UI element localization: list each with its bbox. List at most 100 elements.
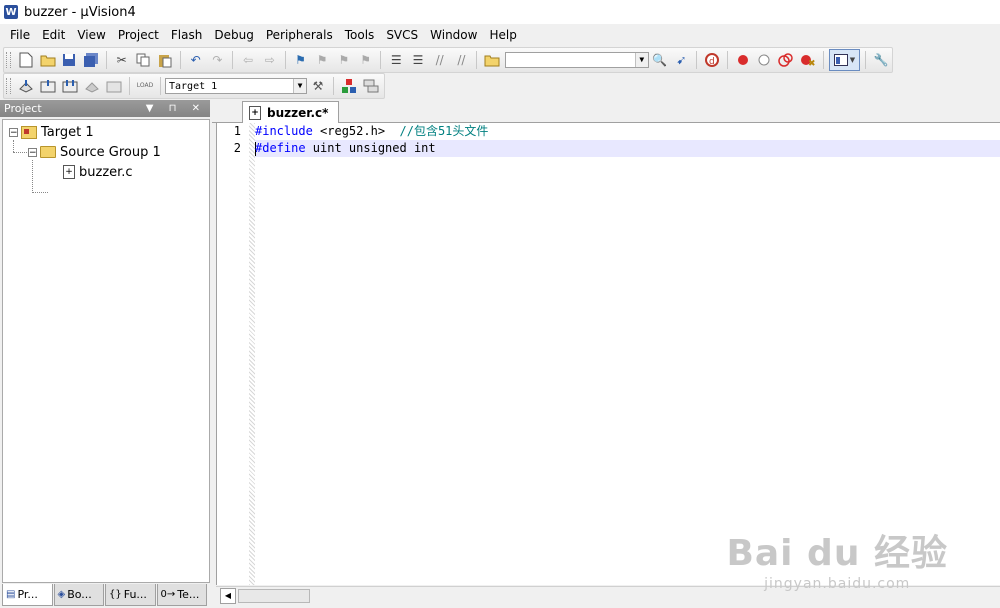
menu-tools[interactable]: Tools (339, 24, 381, 46)
clear-bookmarks-icon[interactable]: ⚑ (356, 50, 376, 70)
find-in-files-icon[interactable] (482, 50, 502, 70)
scroll-left-icon[interactable]: ◀ (220, 588, 236, 604)
file-toolbar: ✂ ↶ ↷ ⇦ ⇨ ⚑ ⚑ ⚑ ⚑ ☰ ☰ // // ▼ 🔍 ➹ d ✖ ▼ … (3, 47, 893, 73)
collapse-icon[interactable]: − (9, 127, 18, 137)
scrollbar-thumb[interactable] (238, 589, 310, 603)
translate-icon[interactable] (16, 76, 36, 96)
code-keyword: #include (255, 124, 313, 138)
unindent-icon[interactable]: ☰ (408, 50, 428, 70)
redo-icon[interactable]: ↷ (208, 50, 228, 70)
previous-bookmark-icon[interactable]: ⚑ (312, 50, 332, 70)
paste-icon[interactable] (155, 50, 175, 70)
cut-icon[interactable]: ✂ (112, 50, 132, 70)
kill-all-breakpoints-icon[interactable]: ✖ (798, 50, 818, 70)
code-text[interactable]: #include <reg52.h> //包含51头文件 #define uin… (255, 123, 1000, 585)
window-layout-icon[interactable]: ▼ (828, 49, 861, 71)
tree-item-target-label: Target 1 (41, 124, 94, 140)
tab-project-label: Pr... (17, 588, 38, 601)
code-editor[interactable]: 1 2 #include <reg52.h> //包含51头文件 #define… (216, 123, 1000, 585)
debug-session-icon[interactable]: d (702, 50, 722, 70)
navigate-forward-icon[interactable]: ⇨ (260, 50, 280, 70)
tree-item-file[interactable]: + buzzer.c (63, 163, 133, 181)
menu-file[interactable]: File (4, 24, 36, 46)
undo-icon[interactable]: ↶ (186, 50, 206, 70)
rebuild-icon[interactable] (60, 76, 80, 96)
toolbar-grip[interactable] (6, 52, 11, 68)
save-all-icon[interactable] (81, 50, 101, 70)
menu-window[interactable]: Window (424, 24, 483, 46)
line-number-gutter: 1 2 (217, 123, 249, 585)
code-line-current[interactable]: #define uint unsigned int (255, 140, 1000, 157)
menu-svcs[interactable]: SVCS (380, 24, 424, 46)
toolbar-separator (726, 51, 728, 69)
menu-view[interactable]: View (71, 24, 111, 46)
toolbar-separator (232, 51, 234, 69)
build-icon[interactable] (38, 76, 58, 96)
new-file-icon[interactable] (16, 50, 36, 70)
manage-components-icon[interactable] (339, 76, 359, 96)
target-icon (21, 125, 37, 139)
chevron-down-icon[interactable]: ▼ (634, 53, 648, 67)
navigate-back-icon[interactable]: ⇦ (238, 50, 258, 70)
project-tab-icon: ▤ (6, 589, 16, 600)
menu-project[interactable]: Project (112, 24, 165, 46)
baidu-watermark: Bai du 经验 jingyan.baidu.com (726, 524, 948, 592)
uncomment-icon[interactable]: // (452, 50, 472, 70)
configure-wrench-icon[interactable]: 🔧 (871, 50, 891, 70)
tab-books-label: Bo... (67, 588, 92, 601)
menu-peripherals[interactable]: Peripherals (260, 24, 339, 46)
save-icon[interactable] (59, 50, 79, 70)
incremental-find-icon[interactable]: ➹ (672, 50, 692, 70)
panel-controls[interactable]: ▼ ⊓ ✕ (146, 100, 206, 117)
tree-item-target[interactable]: − Target 1 (9, 123, 94, 141)
select-packs-icon[interactable] (361, 76, 381, 96)
c-file-icon: + (249, 105, 261, 120)
tree-item-source-group[interactable]: − Source Group 1 (28, 143, 161, 161)
svg-text:d: d (709, 57, 715, 67)
open-folder-icon[interactable] (38, 50, 58, 70)
svg-text:✖: ✖ (808, 59, 816, 67)
copy-icon[interactable] (133, 50, 153, 70)
tab-books[interactable]: ◈ Bo... (53, 584, 104, 606)
find-combo[interactable]: ▼ (504, 52, 649, 68)
comment-icon[interactable]: // (430, 50, 450, 70)
target-options-icon[interactable]: ⚒ (308, 76, 328, 96)
toolbar-separator (333, 77, 334, 95)
menu-edit[interactable]: Edit (36, 24, 71, 46)
c-file-icon: + (63, 165, 75, 179)
toolbar-grip[interactable] (6, 78, 11, 94)
tab-project[interactable]: ▤ Pr... (2, 584, 53, 606)
indent-icon[interactable]: ☰ (386, 50, 406, 70)
code-line[interactable]: #include <reg52.h> //包含51头文件 (255, 123, 1000, 140)
tree-item-source-group-label: Source Group 1 (60, 144, 161, 160)
download-icon[interactable]: LOAD (135, 76, 155, 96)
window-title: buzzer - µVision4 (24, 4, 136, 20)
find-icon[interactable]: 🔍 (650, 50, 670, 70)
chevron-down-icon[interactable]: ▼ (293, 79, 306, 93)
insert-breakpoint-icon[interactable] (733, 50, 753, 70)
menu-debug[interactable]: Debug (208, 24, 259, 46)
toolbar-separator (822, 51, 824, 69)
tab-functions[interactable]: {} Fu... (105, 584, 156, 606)
watermark-brand: Bai du 经验 (726, 533, 948, 574)
project-panel: Project ▼ ⊓ ✕ − Target 1 − Source Group … (0, 100, 210, 608)
enable-breakpoint-icon[interactable] (755, 50, 775, 70)
project-panel-title: Project (4, 102, 42, 115)
batch-build-icon[interactable] (82, 76, 102, 96)
stop-build-icon[interactable] (104, 76, 124, 96)
line-number: 1 (233, 124, 241, 138)
next-bookmark-icon[interactable]: ⚑ (334, 50, 354, 70)
project-panel-header: Project ▼ ⊓ ✕ (0, 100, 210, 117)
menu-bar: File Edit View Project Flash Debug Perip… (0, 24, 1000, 46)
collapse-icon[interactable]: − (28, 147, 37, 157)
toolbar-separator (865, 51, 867, 69)
disable-all-breakpoints-icon[interactable] (776, 50, 796, 70)
line-number: 2 (233, 141, 241, 155)
tab-templates[interactable]: 0→ Te... (156, 584, 207, 606)
target-select[interactable]: Target 1 ▼ (165, 78, 307, 94)
insert-bookmark-icon[interactable]: ⚑ (291, 50, 311, 70)
menu-flash[interactable]: Flash (165, 24, 208, 46)
watermark-url: jingyan.baidu.com (764, 576, 911, 592)
tab-buzzer-c[interactable]: + buzzer.c* (242, 101, 340, 123)
menu-help[interactable]: Help (483, 24, 522, 46)
